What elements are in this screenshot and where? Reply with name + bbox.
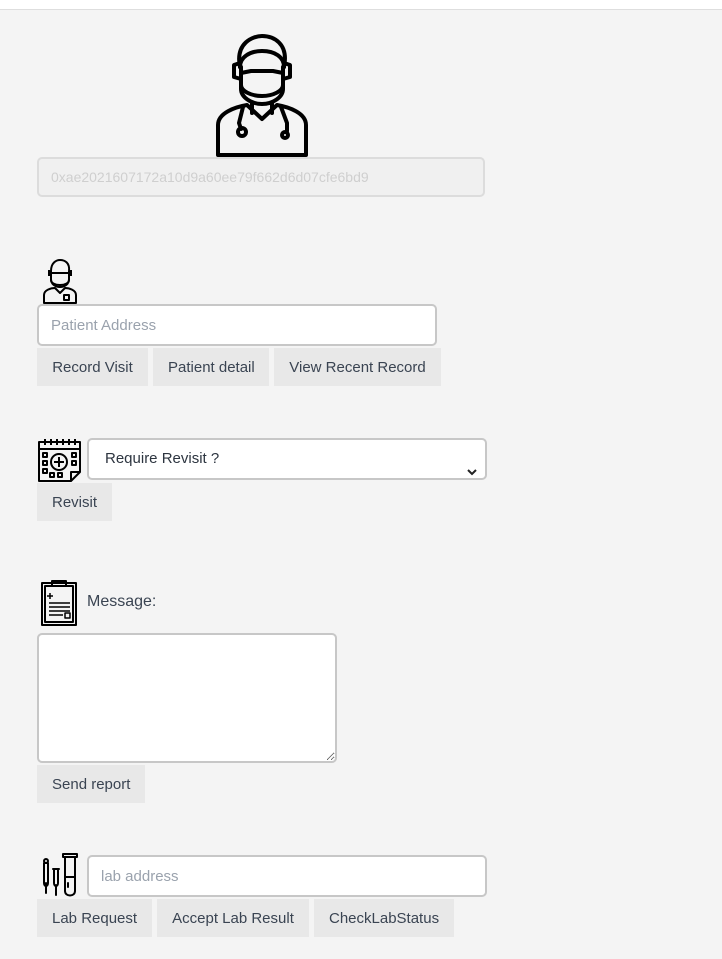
check-lab-status-button[interactable]: CheckLabStatus	[314, 899, 454, 937]
message-label: Message:	[87, 593, 157, 610]
patient-detail-button[interactable]: Patient detail	[153, 348, 269, 386]
record-visit-button[interactable]: Record Visit	[37, 348, 148, 386]
patient-mask-icon	[42, 259, 78, 304]
view-recent-record-button[interactable]: View Recent Record	[274, 348, 441, 386]
doctor-avatar-icon	[215, 33, 309, 157]
require-revisit-select[interactable]: Require Revisit ?	[87, 438, 487, 480]
lab-request-button[interactable]: Lab Request	[37, 899, 152, 937]
patient-address-input[interactable]	[37, 304, 437, 346]
message-textarea[interactable]	[37, 633, 337, 763]
lab-address-input[interactable]	[87, 855, 487, 897]
chevron-down-icon	[467, 454, 477, 492]
calendar-icon	[37, 437, 82, 482]
require-revisit-select-value: Require Revisit ?	[105, 450, 220, 467]
doctor-address-field: 0xae2021607172a10d9a60ee79f662d6d07cfe6b…	[37, 157, 485, 197]
browser-top-bar	[0, 0, 722, 10]
clipboard-report-icon	[41, 580, 77, 626]
send-report-button[interactable]: Send report	[37, 765, 145, 803]
accept-lab-result-button[interactable]: Accept Lab Result	[157, 899, 309, 937]
test-tubes-icon	[40, 853, 78, 897]
revisit-button[interactable]: Revisit	[37, 483, 112, 521]
